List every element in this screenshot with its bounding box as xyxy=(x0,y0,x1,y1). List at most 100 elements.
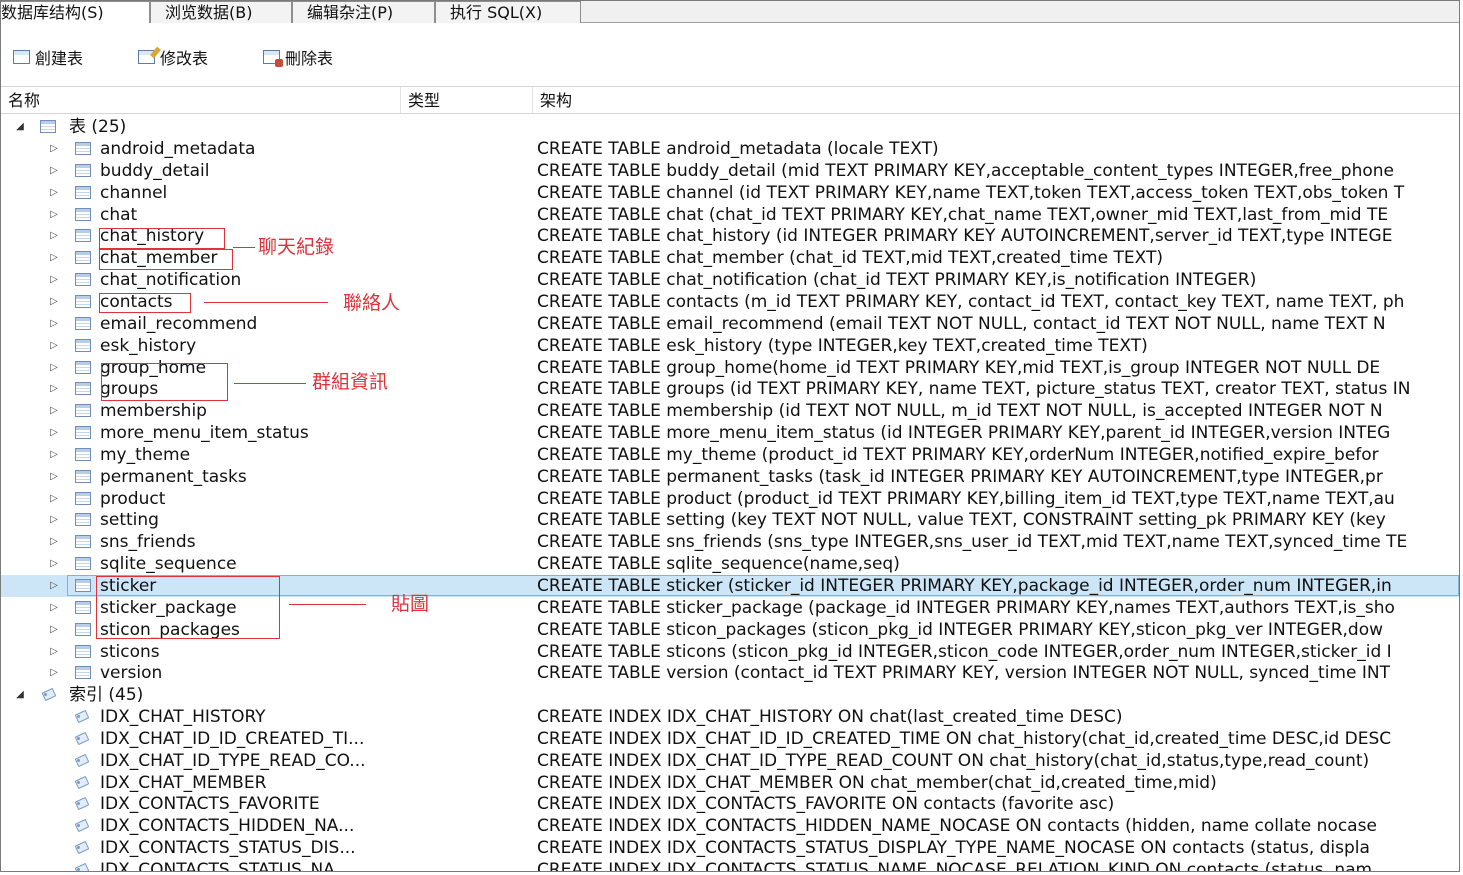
index-row[interactable]: IDX_CONTACTS_STATUS_NA... CREATE INDEX ID… xyxy=(1,859,1459,871)
tables-group-row[interactable]: ◢ 表 (25) xyxy=(1,116,1459,138)
table-schema: CREATE TABLE product (product_id TEXT PR… xyxy=(537,489,1395,509)
table-row[interactable]: ▷ buddy_detail CREATE TABLE buddy_detail (… xyxy=(1,160,1459,182)
index-row[interactable]: IDX_CHAT_ID_TYPE_READ_CO... CREATE INDEX … xyxy=(1,750,1459,772)
table-row[interactable]: ▷ chat_member CREATE TABLE chat_member (ch… xyxy=(1,247,1459,269)
expand-icon[interactable]: ▷ xyxy=(48,597,60,619)
expand-icon[interactable]: ▷ xyxy=(48,488,60,510)
table-row[interactable]: ▷ android_metadata CREATE TABLE android_me… xyxy=(1,138,1459,160)
index-name: IDX_CONTACTS_FAVORITE xyxy=(100,794,320,814)
index-row[interactable]: IDX_CHAT_MEMBER CREATE INDEX IDX_CHAT_MEM… xyxy=(1,772,1459,794)
expand-icon[interactable]: ▷ xyxy=(48,204,60,226)
tab-edit-pragmas[interactable]: 编辑杂注(P) xyxy=(292,1,435,23)
table-icon xyxy=(75,251,91,264)
table-row[interactable]: ▷ email_recommend CREATE TABLE email_recom… xyxy=(1,313,1459,335)
expand-icon[interactable]: ▷ xyxy=(48,335,60,357)
table-name: groups xyxy=(100,379,159,399)
table-row[interactable]: ▷ group_home CREATE TABLE group_home(home_… xyxy=(1,357,1459,379)
table-row[interactable]: ▷ sticons CREATE TABLE sticons (sticon_pkg… xyxy=(1,641,1459,663)
table-name: email_recommend xyxy=(100,314,258,334)
expand-icon[interactable]: ▷ xyxy=(48,378,60,400)
table-row[interactable]: ▷ version CREATE TABLE version (contact_id… xyxy=(1,662,1459,684)
table-row[interactable]: ▷ setting CREATE TABLE setting (key TEXT N… xyxy=(1,509,1459,531)
table-row[interactable]: ▷ permanent_tasks CREATE TABLE permanent_t… xyxy=(1,466,1459,488)
expand-icon[interactable]: ▷ xyxy=(48,466,60,488)
table-row[interactable]: ▷ sns_friends CREATE TABLE sns_friends (sn… xyxy=(1,531,1459,553)
index-row[interactable]: IDX_CHAT_HISTORY CREATE INDEX IDX_CHAT_HI… xyxy=(1,706,1459,728)
table-schema: CREATE TABLE more_menu_item_status (id I… xyxy=(537,423,1391,443)
index-row[interactable]: IDX_CONTACTS_STATUS_DIS... CREATE INDEX I… xyxy=(1,837,1459,859)
collapse-icon[interactable]: ◢ xyxy=(14,684,26,706)
expand-icon[interactable]: ▷ xyxy=(48,662,60,684)
index-name: IDX_CHAT_MEMBER xyxy=(100,773,267,793)
expand-icon[interactable]: ▷ xyxy=(48,225,60,247)
index-group-row[interactable]: ◢ 索引 (45) xyxy=(1,684,1459,706)
table-row[interactable]: ▷ more_menu_item_status CREATE TABLE more_… xyxy=(1,422,1459,444)
table-name: membership xyxy=(100,401,207,421)
tab-browse-data[interactable]: 浏览数据(B) xyxy=(150,1,292,23)
column-name-header[interactable]: 名称 xyxy=(1,87,401,113)
index-row[interactable]: IDX_CHAT_ID_ID_CREATED_TI... CREATE INDEX… xyxy=(1,728,1459,750)
delete-table-button[interactable]: 刪除表 xyxy=(263,47,333,68)
expand-icon[interactable]: ▷ xyxy=(48,400,60,422)
expand-icon[interactable]: ▷ xyxy=(48,182,60,204)
db-browser-window: 数据库结构(S) 浏览数据(B) 编辑杂注(P) 执行 SQL(X) 創建表 修… xyxy=(0,0,1460,872)
expand-icon[interactable]: ▷ xyxy=(48,575,60,597)
expand-icon[interactable]: ▷ xyxy=(48,422,60,444)
table-row[interactable]: ▷ esk_history CREATE TABLE esk_history (ty… xyxy=(1,335,1459,357)
expand-icon[interactable]: ▷ xyxy=(48,444,60,466)
expand-icon[interactable]: ▷ xyxy=(48,160,60,182)
table-icon xyxy=(75,513,91,526)
table-row[interactable]: ▷ sticon_packages CREATE TABLE sticon_pack… xyxy=(1,619,1459,641)
table-name: sticon_packages xyxy=(100,620,240,640)
index-icon xyxy=(74,732,89,744)
expand-icon[interactable]: ▷ xyxy=(48,269,60,291)
expand-icon[interactable]: ▷ xyxy=(48,531,60,553)
expand-icon[interactable]: ▷ xyxy=(48,291,60,313)
table-name: chat_member xyxy=(100,248,218,268)
table-row[interactable]: ▷ chat_history CREATE TABLE chat_history (… xyxy=(1,225,1459,247)
table-row[interactable]: ▷ channel CREATE TABLE channel (id TEXT PR… xyxy=(1,182,1459,204)
tables-folder-icon xyxy=(40,120,56,133)
tab-execute-sql[interactable]: 执行 SQL(X) xyxy=(435,1,581,23)
expand-icon[interactable]: ▷ xyxy=(48,553,60,575)
table-name: sns_friends xyxy=(100,532,196,552)
table-row[interactable]: ▷ sticker CREATE TABLE sticker (sticker_id… xyxy=(1,575,1459,597)
expand-icon[interactable]: ▷ xyxy=(48,641,60,663)
modify-table-button[interactable]: 修改表 xyxy=(138,46,208,68)
schema-tree: ◢ 表 (25) ▷ android_metadata CREATE TABLE a… xyxy=(1,116,1459,871)
table-schema: CREATE TABLE membership (id TEXT NOT NUL… xyxy=(537,401,1383,421)
expand-icon[interactable]: ▷ xyxy=(48,247,60,269)
index-icon xyxy=(74,841,89,853)
index-row[interactable]: IDX_CONTACTS_FAVORITE CREATE INDEX IDX_CO… xyxy=(1,793,1459,815)
table-icon xyxy=(75,557,91,570)
table-row[interactable]: ▷ sticker_package CREATE TABLE sticker_pac… xyxy=(1,597,1459,619)
expand-icon[interactable]: ▷ xyxy=(48,313,60,335)
table-row[interactable]: ▷ contacts CREATE TABLE contacts (m_id TEX… xyxy=(1,291,1459,313)
expand-icon[interactable]: ▷ xyxy=(48,619,60,641)
table-name: chat_notification xyxy=(100,270,242,290)
index-name: IDX_CHAT_ID_TYPE_READ_CO... xyxy=(100,751,366,771)
expand-icon[interactable]: ▷ xyxy=(48,138,60,160)
expand-icon[interactable]: ▷ xyxy=(48,357,60,379)
tab-database-structure[interactable]: 数据库结构(S) xyxy=(1,1,150,23)
table-name: my_theme xyxy=(100,445,191,465)
table-row[interactable]: ▷ groups CREATE TABLE groups (id TEXT PRIM… xyxy=(1,378,1459,400)
index-row[interactable]: IDX_CONTACTS_HIDDEN_NA... CREATE INDEX ID… xyxy=(1,815,1459,837)
table-row[interactable]: ▷ product CREATE TABLE product (product_id… xyxy=(1,488,1459,510)
table-name: buddy_detail xyxy=(100,161,210,181)
table-row[interactable]: ▷ my_theme CREATE TABLE my_theme (product_… xyxy=(1,444,1459,466)
table-row[interactable]: ▷ sqlite_sequence CREATE TABLE sqlite_sequ… xyxy=(1,553,1459,575)
table-name: channel xyxy=(100,183,168,203)
expand-icon[interactable]: ▷ xyxy=(48,509,60,531)
create-table-button[interactable]: 創建表 xyxy=(13,47,83,68)
table-row[interactable]: ▷ membership CREATE TABLE membership (id T… xyxy=(1,400,1459,422)
table-schema: CREATE TABLE sticker_package (package_id… xyxy=(537,598,1395,618)
table-icon xyxy=(75,208,91,221)
table-name: sticker_package xyxy=(100,598,237,618)
table-schema: CREATE TABLE sqlite_sequence(name,seq) xyxy=(537,554,900,574)
table-row[interactable]: ▷ chat CREATE TABLE chat (chat_id TEXT PRI… xyxy=(1,204,1459,226)
column-schema-header[interactable]: 架构 xyxy=(533,87,1459,113)
column-type-header[interactable]: 类型 xyxy=(401,87,533,113)
collapse-icon[interactable]: ◢ xyxy=(14,116,26,138)
table-row[interactable]: ▷ chat_notification CREATE TABLE chat_noti… xyxy=(1,269,1459,291)
